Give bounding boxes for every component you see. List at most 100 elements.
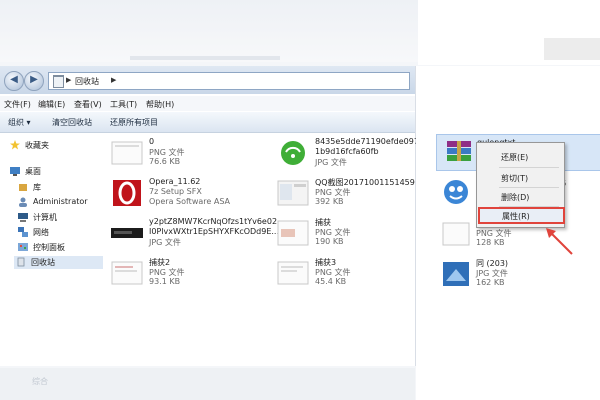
file-size: 190 KB <box>315 237 344 246</box>
file-type: JPG 文件 <box>315 158 347 167</box>
file-publisher: Opera Software ASA <box>149 197 231 206</box>
image-file-thumbnail-icon <box>277 220 309 246</box>
file-item[interactable]: y2ptZ8MW7KcrNqOfzs1tYv6e02 I0PlvxWXtr1Ep… <box>103 217 279 251</box>
nav-favorites-label: 收藏夹 <box>25 141 49 150</box>
navigation-pane: 收藏夹 桌面 库 Administrator 计算机 网络 控制面板 回收站 <box>0 133 106 366</box>
network-icon <box>18 227 28 237</box>
nav-computer[interactable]: 计算机 <box>16 211 108 224</box>
organize-button[interactable]: 组织 ▾ <box>8 117 31 128</box>
file-item[interactable]: 0 PNG 文件 76.6 KB <box>103 137 263 171</box>
menu-help[interactable]: 帮助(H) <box>146 99 174 110</box>
file-item[interactable]: QQ截图20171001151459 PNG 文件 392 KB <box>269 177 429 211</box>
file-name: Opera_11.62 <box>149 177 201 186</box>
user-icon <box>19 197 27 207</box>
file-item[interactable]: 同 (203) JPG 文件 162 KB <box>436 258 556 292</box>
back-button[interactable]: ◀ <box>4 71 24 91</box>
menu-separator <box>499 167 559 168</box>
chevron-right-icon[interactable]: ▶ <box>66 76 71 84</box>
recycle-bin-icon <box>53 75 64 88</box>
file-list: 0 PNG 文件 76.6 KB Opera_11.62 7z Setup SF… <box>103 133 444 366</box>
menu-item-restore[interactable]: 还原(E) <box>479 149 562 164</box>
wifi-icon <box>281 141 305 165</box>
nav-libraries-label: 库 <box>33 183 41 192</box>
file-name: y2ptZ8MW7KcrNqOfzs1tYv6e02 <box>149 217 278 226</box>
nav-desktop-label: 桌面 <box>25 167 41 176</box>
status-text: 综合 <box>32 377 48 386</box>
file-name-continued: I0PlvxWXtr1EpSHYXFKcODd9E... <box>149 227 280 236</box>
file-item[interactable]: 捕获 PNG 文件 190 KB <box>269 217 429 251</box>
nav-favorites[interactable]: 收藏夹 <box>8 139 100 152</box>
back-arrow-icon: ◀ <box>10 74 18 85</box>
file-size: 128 KB <box>476 238 505 247</box>
nav-libraries[interactable]: 库 <box>16 181 108 194</box>
menu-item-properties-label: 属性(R) <box>502 212 530 221</box>
address-bar[interactable]: ▶ 回收站 ▶ <box>48 72 410 90</box>
nav-recycle-bin[interactable]: 回收站 <box>14 256 106 269</box>
file-item[interactable]: 捕获3 PNG 文件 45.4 KB <box>269 257 429 291</box>
file-size: 392 KB <box>315 197 344 206</box>
file-type: JPG 文件 <box>149 238 181 247</box>
address-bar-area: ◀ ▶ ▶ 回收站 ▶ <box>0 66 415 94</box>
menu-tools[interactable]: 工具(T) <box>110 99 137 110</box>
file-name: 0 <box>149 137 155 146</box>
breadcrumb-recycle-bin[interactable]: 回收站 <box>75 76 99 87</box>
forward-arrow-icon: ▶ <box>30 74 38 85</box>
background-ghost-bar <box>130 56 280 60</box>
image-file-thumbnail-icon <box>111 261 143 285</box>
image-file-thumbnail-icon <box>277 261 309 285</box>
restore-all-button[interactable]: 还原所有项目 <box>110 117 158 128</box>
empty-recycle-bin-button[interactable]: 清空回收站 <box>52 117 92 128</box>
file-size: 76.6 KB <box>149 157 181 166</box>
dark-image-thumbnail-icon <box>111 228 143 238</box>
file-item[interactable] <box>436 176 476 210</box>
chevron-right-icon[interactable]: ▶ <box>111 76 116 84</box>
menu-bar: 文件(F) 编辑(E) 查看(V) 工具(T) 帮助(H) <box>0 96 415 111</box>
blue-image-thumbnail-icon <box>443 262 469 286</box>
library-icon <box>19 184 27 191</box>
nav-recycle-bin-label: 回收站 <box>31 258 55 267</box>
menu-item-cut[interactable]: 剪切(T) <box>479 170 562 185</box>
nav-control-panel-label: 控制面板 <box>33 243 65 252</box>
nav-network[interactable]: 网络 <box>16 226 108 239</box>
file-size: 162 KB <box>476 278 505 287</box>
file-name-continued: 1b9d16fcfa60fb <box>315 147 379 156</box>
star-icon <box>10 140 20 150</box>
forward-button[interactable]: ▶ <box>24 71 44 91</box>
background-block <box>544 38 600 60</box>
menu-separator <box>499 187 559 188</box>
menu-item-cut-label: 剪切(T) <box>501 174 529 183</box>
file-size: 93.1 KB <box>149 277 181 286</box>
file-item[interactable]: 捕获2 PNG 文件 93.1 KB <box>103 257 263 291</box>
recycle-bin-icon <box>17 257 25 267</box>
red-arrow-annotation <box>546 228 573 255</box>
menu-item-delete-label: 删除(D) <box>501 193 530 202</box>
menu-item-delete[interactable]: 删除(D) <box>479 189 562 204</box>
command-bar: 组织 ▾ 清空回收站 还原所有项目 <box>0 112 415 133</box>
desktop-icon <box>10 167 20 176</box>
winrar-icon <box>447 141 471 161</box>
nav-administrator[interactable]: Administrator <box>16 196 108 209</box>
context-menu: 还原(E) 剪切(T) 删除(D) 属性(R) <box>476 142 565 228</box>
opera-icon <box>113 180 141 206</box>
nav-network-label: 网络 <box>33 228 49 237</box>
file-item[interactable]: Opera_11.62 7z Setup SFX Opera Software … <box>103 177 263 211</box>
nav-computer-label: 计算机 <box>33 213 57 222</box>
menu-view[interactable]: 查看(V) <box>74 99 102 110</box>
nav-desktop[interactable]: 桌面 <box>8 165 100 178</box>
file-type: 7z Setup SFX <box>149 187 202 196</box>
menu-file[interactable]: 文件(F) <box>4 99 31 110</box>
background-window-right <box>418 0 600 65</box>
nav-control-panel[interactable]: 控制面板 <box>16 241 108 254</box>
menu-item-restore-label: 还原(E) <box>501 153 529 162</box>
qq-icon <box>444 180 468 204</box>
nav-administrator-label: Administrator <box>33 197 88 206</box>
computer-icon <box>18 213 28 222</box>
file-size: 45.4 KB <box>315 277 347 286</box>
status-bar: 综合 <box>0 368 415 400</box>
image-file-thumbnail-icon <box>442 222 470 246</box>
screenshot-thumbnail-icon <box>277 180 309 206</box>
menu-item-properties[interactable]: 属性(R) <box>478 207 565 224</box>
control-panel-icon <box>18 243 28 251</box>
explorer-window: ◀ ▶ ▶ 回收站 ▶ 文件(F) 编辑(E) 查看(V) 工具(T) 帮助(H… <box>0 66 444 366</box>
menu-edit[interactable]: 编辑(E) <box>38 99 65 110</box>
